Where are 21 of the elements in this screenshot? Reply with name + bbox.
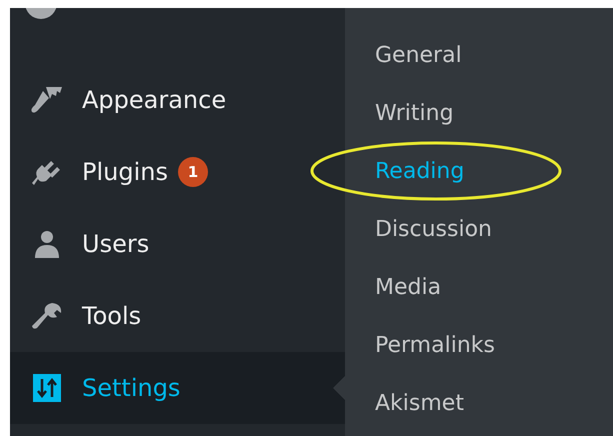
submenu-link[interactable]: Media	[375, 274, 442, 300]
menu-item[interactable]: Users	[10, 208, 345, 280]
wrench-icon	[30, 301, 64, 331]
menu-item[interactable]: Settings	[10, 352, 345, 424]
submenu-link[interactable]: Akismet	[375, 390, 464, 416]
menu-item[interactable]: Appearance	[10, 64, 345, 136]
submenu-link[interactable]: Reading	[375, 158, 464, 184]
menu-label: Users	[82, 230, 150, 258]
menu-item[interactable]: Tools	[10, 280, 345, 352]
submenu-link[interactable]: Discussion	[375, 216, 492, 242]
menu-label: Tools	[82, 302, 142, 330]
submenu-link[interactable]: General	[375, 42, 462, 68]
sliders-icon	[33, 374, 61, 402]
menu-label: Settings	[82, 374, 180, 402]
update-count-badge: 1	[178, 157, 208, 187]
brush-icon	[30, 85, 64, 115]
submenu-link[interactable]: Writing	[375, 100, 454, 126]
menu-label: Plugins	[82, 158, 168, 186]
menu-label: Appearance	[82, 86, 226, 114]
menu-item[interactable]: Plugins 1	[10, 136, 345, 208]
submenu-link[interactable]: Permalinks	[375, 332, 495, 358]
